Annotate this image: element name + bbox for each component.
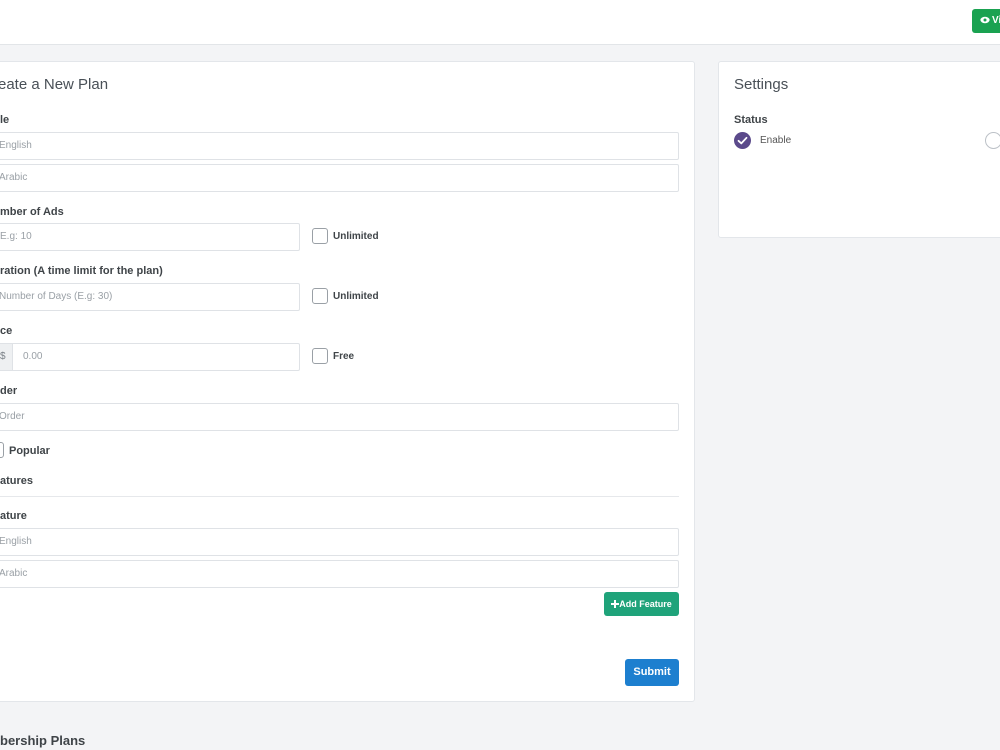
price-free-checkbox[interactable] [312, 348, 328, 364]
plan-title-english-input[interactable]: English [0, 132, 679, 160]
feature-arabic-input[interactable]: Arabic [0, 560, 679, 588]
feature-label: ature [0, 510, 27, 522]
status-label: Status [734, 114, 768, 126]
duration-label: ration (A time limit for the plan) [0, 265, 163, 277]
add-feature-label: Add Feature [619, 599, 672, 609]
status-enable-label: Enable [760, 135, 792, 146]
settings-title: Settings [734, 76, 789, 93]
number-of-ads-input[interactable]: E.g: 10 [0, 223, 300, 251]
order-label: der [0, 385, 18, 397]
ads-unlimited-checkbox[interactable] [312, 228, 328, 244]
number-of-ads-label: mber of Ads [0, 206, 64, 218]
check-icon [737, 136, 748, 145]
view-button-label: Vi [992, 15, 1000, 26]
add-feature-button[interactable]: Add Feature [604, 592, 679, 616]
features-divider [0, 496, 679, 497]
price-input[interactable]: 0.00 [23, 344, 42, 370]
submit-button[interactable]: Submit [625, 659, 679, 686]
status-disable-radio[interactable] [985, 132, 1000, 149]
top-bar: Vi [0, 0, 1000, 45]
features-heading: atures [0, 475, 34, 487]
popular-label: Popular [9, 445, 50, 457]
currency-prefix: $ [0, 344, 13, 370]
create-plan-title: eate a New Plan [0, 76, 109, 93]
eye-icon [980, 16, 990, 24]
price-input-group[interactable]: $ 0.00 [0, 343, 300, 371]
duration-unlimited-label: Unlimited [333, 291, 379, 302]
status-enable-radio[interactable] [734, 132, 751, 149]
popular-checkbox[interactable] [0, 442, 4, 458]
duration-unlimited-checkbox[interactable] [312, 288, 328, 304]
membership-plans-title: bership Plans [0, 733, 86, 748]
ads-unlimited-label: Unlimited [333, 231, 379, 242]
price-free-label: Free [333, 351, 355, 362]
order-input[interactable]: Order [0, 403, 679, 431]
plan-title-label: le [0, 114, 10, 126]
feature-english-input[interactable]: English [0, 528, 679, 556]
price-label: ce [0, 325, 13, 337]
duration-input[interactable]: Number of Days (E.g: 30) [0, 283, 300, 311]
view-button[interactable]: Vi [972, 9, 1000, 33]
plan-title-arabic-input[interactable]: Arabic [0, 164, 679, 192]
